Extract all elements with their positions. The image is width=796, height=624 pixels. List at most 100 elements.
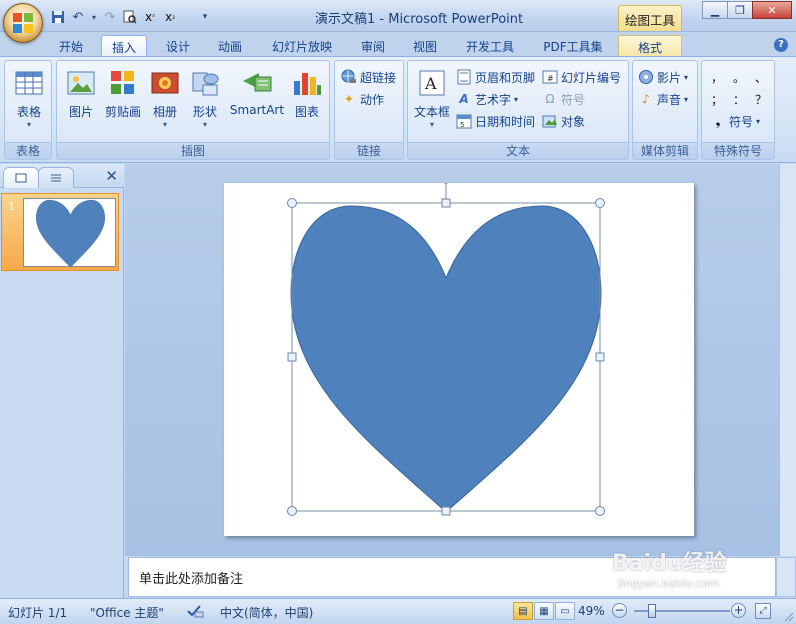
- status-slide-info: 幻灯片 1/1: [8, 606, 68, 620]
- tab-slideshow[interactable]: 幻灯片放映: [262, 35, 342, 56]
- tab-format[interactable]: 格式: [618, 35, 682, 56]
- smartart-button[interactable]: SmartArt: [227, 67, 287, 117]
- object-label: 对象: [561, 114, 586, 129]
- slide-number-icon: #: [542, 69, 558, 85]
- textbox-icon: A: [416, 67, 448, 99]
- slide-thumbnail-row[interactable]: 1: [1, 193, 119, 271]
- clipart-button[interactable]: 剪贴画: [101, 67, 145, 120]
- movie-button[interactable]: 影片 ▾: [638, 67, 688, 87]
- special-symbol-label: 符号: [729, 114, 754, 129]
- picture-label: 图片: [68, 105, 93, 119]
- undo-dropdown-icon[interactable]: ▾: [90, 9, 98, 25]
- slides-tab-icon: [15, 173, 27, 183]
- superscript-icon[interactable]: x²: [142, 9, 158, 25]
- slides-tab[interactable]: [3, 167, 39, 188]
- save-icon[interactable]: [50, 9, 66, 25]
- tab-view[interactable]: 视图: [402, 35, 448, 56]
- help-icon[interactable]: ?: [774, 38, 788, 52]
- tab-review[interactable]: 审阅: [350, 35, 396, 56]
- resize-handle-top: [441, 198, 451, 208]
- subscript-icon[interactable]: x₂: [162, 9, 178, 25]
- slide-editing-area: [125, 164, 796, 556]
- view-buttons: ▤ ▦ ▭: [513, 602, 576, 620]
- zoom-level[interactable]: 49%: [578, 604, 605, 618]
- sound-button[interactable]: ♪ 声音 ▾: [638, 89, 688, 109]
- object-button[interactable]: 对象: [542, 111, 585, 131]
- textbox-button[interactable]: A 文本框 ▾: [410, 67, 454, 129]
- action-button[interactable]: ✦ 动作: [341, 89, 384, 109]
- spellcheck-icon[interactable]: [186, 604, 204, 621]
- header-footer-button[interactable]: 页眉和页脚: [456, 67, 535, 87]
- status-theme: "Office 主题": [90, 606, 164, 620]
- symbol-question[interactable]: ？: [754, 91, 768, 108]
- chevron-down-icon: ▾: [202, 120, 207, 129]
- album-button[interactable]: 相册 ▾: [147, 67, 183, 129]
- resize-grip-icon[interactable]: [784, 612, 794, 622]
- outline-tab-icon: [51, 174, 61, 182]
- tab-insert[interactable]: 插入: [101, 35, 147, 56]
- tab-home[interactable]: 开始: [48, 35, 94, 56]
- office-button[interactable]: [3, 3, 43, 43]
- picture-button[interactable]: 图片: [61, 67, 101, 120]
- zoom-in-icon[interactable]: +: [731, 603, 746, 618]
- status-language: 中文(简体，中国): [220, 606, 314, 620]
- datetime-button[interactable]: 5 日期和时间: [456, 111, 535, 131]
- group-illustrations: 图片 剪贴画 相册 ▾ 形状 ▾ SmartArt 图表 插图: [56, 60, 330, 160]
- fit-to-window-icon[interactable]: ⤢: [755, 603, 771, 619]
- slide-sorter-view-icon[interactable]: ▦: [534, 602, 554, 620]
- close-pane-icon[interactable]: ✕: [105, 167, 118, 185]
- header-footer-label: 页眉和页脚: [475, 70, 536, 85]
- close-icon[interactable]: ✕: [752, 1, 792, 19]
- chart-button[interactable]: 图表: [287, 67, 327, 120]
- sound-label: 声音: [657, 92, 682, 107]
- hyperlink-button[interactable]: 超链接: [341, 67, 396, 87]
- redo-icon[interactable]: ↷: [102, 9, 118, 25]
- svg-text:A: A: [424, 74, 437, 93]
- tab-developer[interactable]: 开发工具: [455, 35, 525, 56]
- notes-scrollbar[interactable]: [776, 557, 796, 597]
- outline-tab[interactable]: [38, 167, 74, 188]
- group-label-text: 文本: [408, 142, 628, 159]
- minimize-icon[interactable]: ▁: [702, 1, 728, 19]
- slides-pane: ✕ 1: [0, 164, 124, 598]
- restore-icon[interactable]: ❐: [727, 1, 753, 19]
- normal-view-icon[interactable]: ▤: [513, 602, 533, 620]
- quick-access-toolbar: ↶ ▾ ↷ x² x₂ ▾: [50, 7, 210, 27]
- symbol-colon[interactable]: ：: [732, 91, 746, 108]
- symbol-button-disabled[interactable]: Ω 符号: [542, 89, 585, 109]
- ribbon-tabs: 开始 插入 设计 动画 幻灯片放映 审阅 视图 开发工具 PDF工具集 格式 ?: [0, 32, 796, 56]
- special-symbol-button[interactable]: ❟ 符号 ▾: [710, 111, 760, 131]
- tab-design[interactable]: 设计: [155, 35, 201, 56]
- slide-thumbnail-number: 1: [8, 200, 15, 213]
- shapes-button[interactable]: 形状 ▾: [187, 67, 223, 129]
- zoom-out-icon[interactable]: −: [612, 603, 627, 618]
- wordart-button[interactable]: A 艺术字 ▾: [456, 89, 518, 109]
- customize-qat-icon[interactable]: ▾: [200, 9, 210, 25]
- print-preview-icon[interactable]: [122, 9, 138, 25]
- baidu-watermark: Baidu经验 jingyan.baidu.com: [612, 545, 727, 590]
- shapes-icon: [189, 67, 221, 99]
- hyperlink-label: 超链接: [360, 70, 397, 85]
- tab-animation[interactable]: 动画: [207, 35, 253, 56]
- slide-number-button[interactable]: # 幻灯片编号: [542, 67, 621, 87]
- thumbnail-heart-shape: [35, 199, 106, 268]
- slide-content-svg: [287, 174, 605, 516]
- slide-canvas[interactable]: [224, 174, 694, 536]
- zoom-slider-thumb[interactable]: [648, 604, 656, 618]
- symbol-comma[interactable]: ，: [710, 69, 724, 86]
- slide-thumbnail[interactable]: [23, 198, 116, 268]
- globe-link-icon: [341, 69, 357, 85]
- symbol-enum-comma[interactable]: 、: [754, 69, 768, 86]
- slides-pane-tabs: ✕: [0, 164, 124, 188]
- tab-pdf-tools[interactable]: PDF工具集: [533, 35, 613, 56]
- symbol-period[interactable]: 。: [732, 69, 746, 86]
- table-button[interactable]: 表格 ▾: [9, 67, 49, 129]
- watermark-url: jingyan.baidu.com: [618, 577, 720, 590]
- action-label: 动作: [360, 92, 385, 107]
- symbol-semicolon[interactable]: ；: [710, 91, 724, 108]
- slide-vertical-scrollbar[interactable]: [779, 164, 796, 556]
- resize-handle-tl: [287, 198, 297, 208]
- chevron-down-icon: ▾: [684, 72, 689, 82]
- undo-icon[interactable]: ↶: [70, 9, 86, 25]
- slideshow-view-icon[interactable]: ▭: [555, 602, 575, 620]
